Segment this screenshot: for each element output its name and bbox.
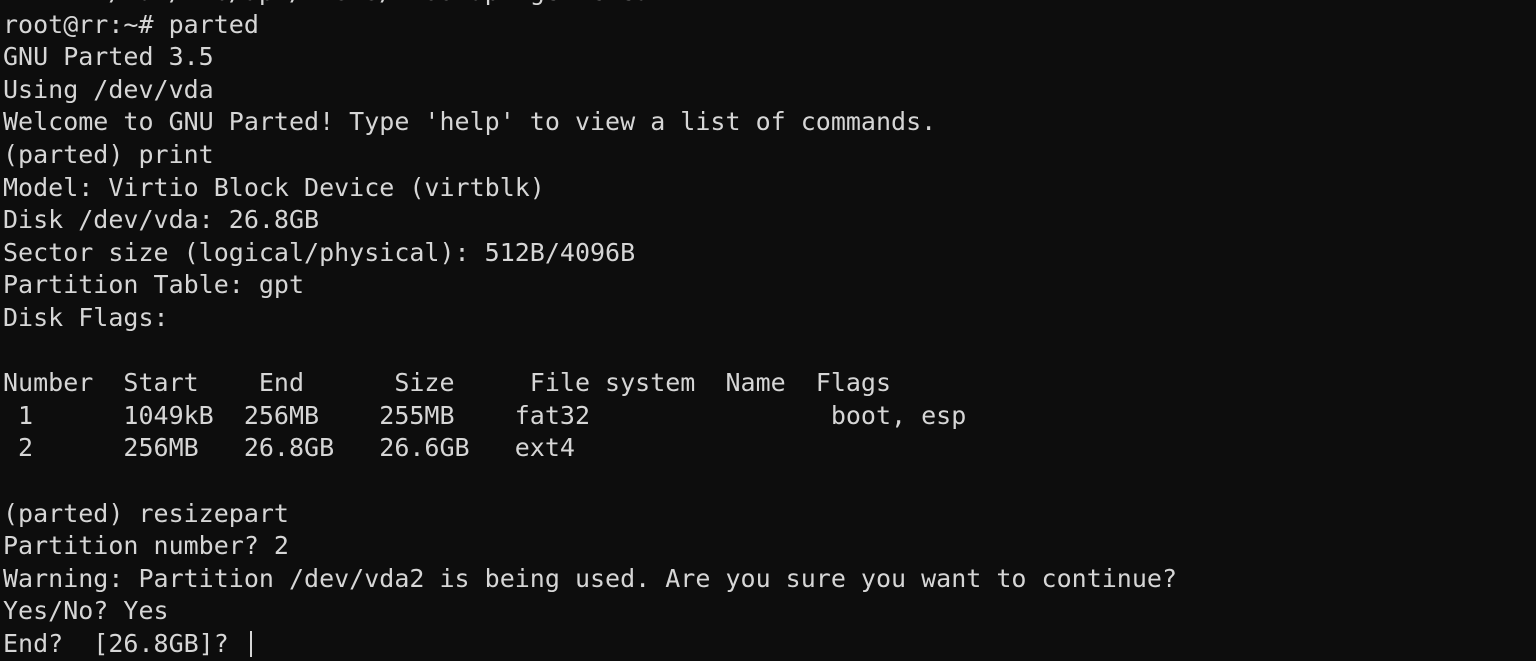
- partition-table-row: 2 256MB 26.8GB 26.6GB ext4: [3, 433, 575, 463]
- yes-no-prompt-line: Yes/No? Yes: [3, 596, 169, 626]
- text-cursor: [249, 630, 252, 657]
- blank-line-2: [3, 465, 1536, 498]
- disk-model-line: Model: Virtio Block Device (virtblk): [3, 172, 545, 202]
- welcome-line: Welcome to GNU Parted! Type 'help' to vi…: [3, 107, 937, 137]
- end-prompt-text: End? [26.8GB]?: [3, 628, 244, 658]
- warning-line: Warning: Partition /dev/vda2 is being us…: [3, 563, 1177, 593]
- sector-size-line: Sector size (logical/physical): 512B/409…: [3, 237, 636, 267]
- shell-prompt-line-parted: root@rr:~# parted: [3, 9, 259, 39]
- partition-number-prompt-line: Partition number? 2: [3, 531, 289, 561]
- blank-line-1: [3, 335, 1536, 368]
- parted-prompt-resizepart-line: (parted) resizepart: [3, 498, 289, 528]
- using-device-line: Using /dev/vda: [3, 74, 214, 104]
- partition-table-type-line: Partition Table: gpt: [3, 270, 305, 300]
- parted-prompt-print-line: (parted) print: [3, 139, 214, 169]
- terminal-screen[interactable]: rm -rf /var/lib/apt/lists/* && apt-get c…: [3, 0, 1536, 660]
- partition-table-header-row: Number Start End Size File system Name F…: [3, 368, 892, 398]
- disk-size-line: Disk /dev/vda: 26.8GB: [3, 205, 320, 235]
- end-prompt-line[interactable]: End? [26.8GB]?: [3, 628, 1536, 661]
- parted-version-line: GNU Parted 3.5: [3, 42, 214, 72]
- terminal-window[interactable]: rm -rf /var/lib/apt/lists/* && apt-get c…: [0, 0, 1536, 661]
- disk-flags-line: Disk Flags:: [3, 302, 169, 332]
- partition-table-row: 1 1049kB 256MB 255MB fat32 boot, esp: [3, 400, 967, 430]
- scrollback-partial-line: rm -rf /var/lib/apt/lists/* && apt-get c…: [3, 0, 1536, 9]
